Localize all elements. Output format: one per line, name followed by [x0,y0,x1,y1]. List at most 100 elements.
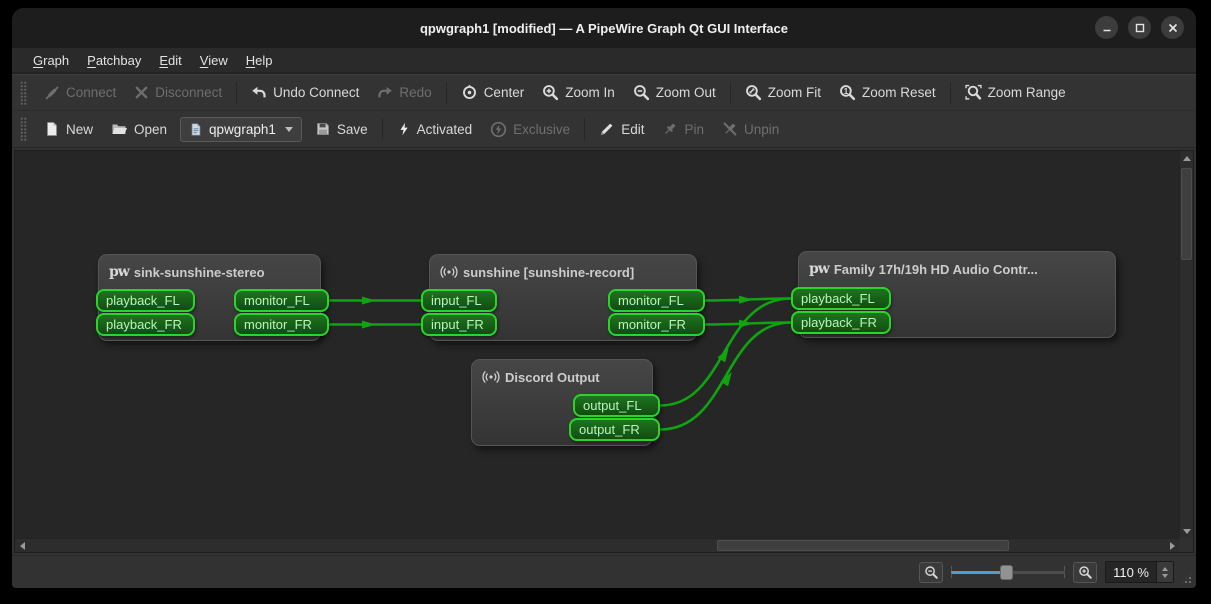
toolbar-separator [382,118,383,140]
toolbar-separator [236,82,237,104]
magnifier-plus-icon [542,84,559,101]
floppy-save-icon [315,121,331,137]
zoom-percent-value: 110 % [1106,565,1156,580]
titlebar[interactable]: qpwgraph1 [modified] — A PipeWire Graph … [12,8,1196,48]
menu-patchbay[interactable]: Patchbay [78,50,150,71]
circled-bolt-icon [490,121,507,138]
toolbar-graph-actions: Connect Disconnect Undo Connect Redo [12,74,1196,111]
zoom-reset-button[interactable]: 1 Zoom Reset [830,79,945,106]
app-window: qpwgraph1 [modified] — A PipeWire Graph … [12,8,1196,588]
port-sunshine-monitor-fl[interactable]: monitor_FL [608,289,705,312]
menubar: Graph Patchbay Edit View Help [12,48,1196,74]
maximize-button[interactable] [1128,16,1151,39]
connection-links [15,151,1194,553]
pencil-icon [599,121,615,137]
port-discord-output-fl[interactable]: output_FL [573,394,660,417]
undo-connect-button[interactable]: Undo Connect [242,80,368,106]
close-button[interactable] [1161,16,1184,39]
toolbar-drag-handle[interactable] [20,117,27,141]
vertical-scrollbar[interactable] [1179,151,1193,538]
scroll-down-arrow[interactable] [1180,524,1194,538]
zoom-slider[interactable] [951,563,1065,581]
new-button[interactable]: New [35,116,102,142]
open-folder-icon [111,121,128,137]
port-sunshine-input-fl[interactable]: input_FL [421,289,497,312]
zoom-range-button[interactable]: Zoom Range [956,79,1075,106]
window-title: qpwgraph1 [modified] — A PipeWire Graph … [12,21,1196,36]
port-sink-monitor-fr[interactable]: monitor_FR [234,313,329,336]
toolbar-patchbay: New Open qpwgraph1 Save Act [12,111,1196,148]
plug-connect-icon [44,85,60,101]
magnifier-minus-icon [924,565,939,580]
pushpin-icon [662,121,678,137]
scroll-right-arrow[interactable] [1165,539,1179,553]
magnifier-range-icon [965,84,982,101]
redo-arrow-icon [377,85,393,101]
chevron-down-icon [285,127,293,132]
port-family-playback-fr[interactable]: playback_FR [791,311,891,334]
close-icon [1167,22,1179,34]
toolbar-separator [584,118,585,140]
scrollbar-corner [1179,538,1193,552]
target-icon [461,84,478,101]
zoom-in-button[interactable]: Zoom In [533,79,624,106]
graph-canvas[interactable]: pw sink-sunshine-stereo playback_FL play… [14,150,1194,553]
statusbar: 110 % [12,555,1196,588]
redo-button[interactable]: Redo [368,80,440,106]
port-family-playback-fl[interactable]: playback_FL [791,287,891,310]
minimize-icon [1101,22,1113,34]
toolbar-separator [446,82,447,104]
svg-text:1: 1 [844,87,849,96]
edit-button[interactable]: Edit [590,116,653,142]
statusbar-zoom-in-button[interactable] [1073,562,1097,583]
unpin-button[interactable]: Unpin [713,116,788,142]
magnifier-one-icon: 1 [839,84,856,101]
zoom-slider-fill [951,571,1005,574]
link-discord-output-fr-to-family-playback-fr [660,323,791,430]
disconnect-button[interactable]: Disconnect [125,80,231,105]
scroll-left-arrow[interactable] [15,539,29,553]
magnifier-fit-icon [745,84,762,101]
undo-arrow-icon [251,85,267,101]
maximize-icon [1134,22,1146,34]
patchbay-file-icon [189,122,203,137]
port-discord-output-fr[interactable]: output_FR [569,418,660,441]
port-sunshine-input-fr[interactable]: input_FR [421,313,497,336]
open-button[interactable]: Open [102,116,176,142]
toolbar-separator [950,82,951,104]
horizontal-scrollbar[interactable] [15,538,1179,552]
zoom-slider-handle[interactable] [1000,565,1013,580]
activated-button[interactable]: Activated [388,116,482,142]
zoom-fit-button[interactable]: Zoom Fit [736,79,830,106]
zoom-out-button[interactable]: Zoom Out [624,79,725,106]
center-button[interactable]: Center [452,79,534,106]
crossed-pushpin-icon [722,121,738,137]
horizontal-scroll-thumb[interactable] [717,540,1009,551]
exclusive-button[interactable]: Exclusive [481,116,579,143]
statusbar-zoom-out-button[interactable] [919,562,943,583]
scroll-up-arrow[interactable] [1180,151,1194,165]
magnifier-minus-icon [633,84,650,101]
vertical-scroll-thumb[interactable] [1181,168,1192,260]
patchbay-selector-dropdown[interactable]: qpwgraph1 [180,117,302,142]
window-resize-grip[interactable] [1180,572,1193,585]
spin-down-arrow[interactable] [1162,574,1168,578]
toolbar-drag-handle[interactable] [20,81,27,105]
lightning-bolt-icon [397,121,411,137]
menu-graph[interactable]: Graph [24,50,78,71]
port-sink-monitor-fl[interactable]: monitor_FL [234,289,329,312]
port-sink-playback-fl[interactable]: playback_FL [96,289,195,312]
minimize-button[interactable] [1095,16,1118,39]
save-button[interactable]: Save [306,116,377,142]
menu-view[interactable]: View [191,50,237,71]
zoom-percent-spinbox[interactable]: 110 % [1105,561,1174,583]
menu-help[interactable]: Help [237,50,282,71]
magnifier-plus-icon [1078,565,1093,580]
spin-up-arrow[interactable] [1162,567,1168,571]
menu-edit[interactable]: Edit [150,50,190,71]
connect-button[interactable]: Connect [35,80,125,106]
new-document-icon [44,121,60,137]
pin-button[interactable]: Pin [653,116,713,142]
port-sunshine-monitor-fr[interactable]: monitor_FR [608,313,705,336]
port-sink-playback-fr[interactable]: playback_FR [96,313,195,336]
